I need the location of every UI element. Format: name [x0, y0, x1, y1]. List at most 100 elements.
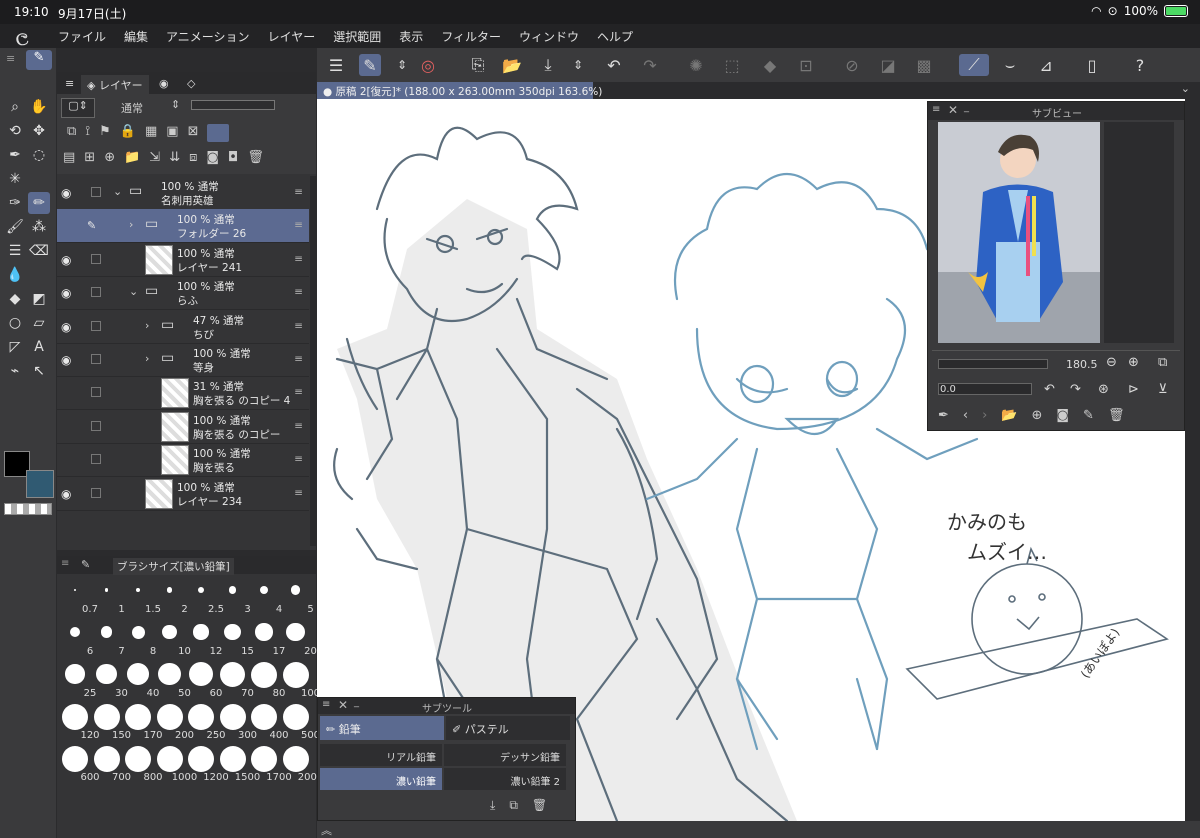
brush-size-cell[interactable]: 1700 [249, 744, 292, 785]
brush-size-cell[interactable]: 0.7 [60, 576, 98, 617]
brush-size-cell[interactable]: 4 [249, 576, 282, 617]
clear-icon[interactable]: ✺ [685, 54, 707, 76]
layer-checkbox[interactable] [91, 354, 101, 364]
eye-icon[interactable]: ◉ [61, 320, 71, 334]
tab-brush-icon[interactable]: ✎ [81, 558, 90, 571]
new-file-icon[interactable]: ⎘ [467, 54, 489, 76]
layer-checkbox[interactable] [91, 287, 101, 298]
smartphone-icon[interactable]: ▯ [1081, 54, 1103, 76]
menu-item[interactable]: 選択範囲 [333, 28, 381, 45]
layer-menu-icon[interactable]: ≡ [294, 453, 303, 465]
brush-size-cell[interactable]: 10 [155, 618, 191, 659]
panel-menu-icon-4[interactable]: ≡ [322, 699, 330, 710]
brush-size-cell[interactable]: 15 [218, 618, 254, 659]
layer-row[interactable]: 100 % 通常 胸を張る ≡ [57, 443, 309, 478]
text-tool-icon[interactable]: A [28, 336, 50, 358]
decoration-tool-icon[interactable]: ☰ [4, 240, 26, 262]
pencil-tool-icon[interactable]: ✏ [28, 192, 50, 214]
mask-off-icon[interactable]: ⊠ [188, 124, 199, 142]
edit-mode-icon[interactable]: ✎ [359, 54, 381, 76]
menu-item[interactable]: フィルター [441, 28, 501, 45]
brush-size-cell[interactable]: 200 [155, 702, 194, 743]
delete-layer-icon[interactable]: 🗑 [247, 150, 264, 165]
layer-scrollbar[interactable] [310, 176, 316, 546]
layer-checkbox[interactable] [91, 454, 101, 465]
brush-size-cell[interactable]: 2000 [281, 744, 323, 785]
layer-menu-icon[interactable]: ≡ [294, 186, 303, 198]
draft-icon[interactable]: ⚑ [99, 124, 111, 142]
redo-icon[interactable]: ↷ [639, 54, 661, 76]
clear-outside-icon[interactable]: ⬚ [721, 54, 743, 76]
brush-size-cell[interactable]: 7 [92, 618, 125, 659]
tab-brush-size[interactable]: ブラシサイズ[濃い鉛筆] [113, 558, 234, 575]
import-icon[interactable]: ⊕ [1032, 408, 1043, 423]
zoom-in-icon[interactable]: ⊕ [1128, 355, 1139, 370]
layer-row[interactable]: ◉ ⌄ ▭ 100 % 通常 らふ ≡ [57, 276, 309, 311]
pen-tool-icon[interactable]: ✑ [4, 192, 26, 214]
brush-size-cell[interactable]: 1500 [218, 744, 260, 785]
menu-item[interactable]: 編集 [124, 28, 148, 45]
chevron-down-icon[interactable]: ⌄ [1181, 82, 1190, 95]
new-raster-layer-icon[interactable]: ▤ [63, 150, 75, 165]
brush-tool-icon[interactable]: 🖌 [4, 216, 26, 238]
snap-grid-icon[interactable]: ⊿ [1035, 54, 1057, 76]
layer-menu-icon[interactable]: ≡ [294, 420, 303, 432]
blend-mode-select[interactable]: 通常 [121, 100, 143, 116]
brush-size-cell[interactable]: 70 [218, 660, 254, 701]
layer-row[interactable]: ◉ ⌄ ▭ 100 % 通常 名刺用英雄 ≡ [57, 176, 309, 210]
save-icon[interactable]: ⤓ [537, 54, 559, 76]
rotate-tool-icon[interactable]: ⟲ [4, 120, 26, 142]
brush-size-cell[interactable]: 170 [123, 702, 163, 743]
camera-icon[interactable]: ◙ [1056, 408, 1069, 423]
deselect-icon[interactable]: ⊘ [841, 54, 863, 76]
brush-size-cell[interactable]: 6 [60, 618, 93, 659]
brush-size-cell[interactable]: 5 [281, 576, 314, 617]
minimize-icon-2[interactable]: _ [354, 697, 359, 708]
edit-image-icon[interactable]: ✎ [1083, 408, 1094, 423]
brush-size-cell[interactable]: 1 [92, 576, 125, 617]
brush-size-cell[interactable]: 60 [186, 660, 222, 701]
panel-menu-icon-3[interactable]: ≡ [932, 104, 940, 115]
snap-ruler-icon[interactable]: ⟋ [959, 54, 989, 76]
mask-icon[interactable]: ▣ [166, 124, 178, 142]
layer-row[interactable]: ✎ › ▭ 100 % 通常 フォルダー 26 ≡ [57, 209, 309, 244]
new-folder-icon[interactable]: 📁 [124, 150, 140, 165]
tab-color-circle-icon[interactable]: ◉ [153, 75, 175, 92]
document-tab[interactable]: ● 原稿 2[復元]* (188.00 x 263.00mm 350dpi 16… [317, 82, 602, 99]
menu-item[interactable]: 表示 [399, 28, 423, 45]
tool-dark-pencil-2[interactable]: 濃い鉛筆 2 [444, 768, 566, 790]
fit-icon[interactable]: ⧉ [1158, 355, 1167, 370]
color-pick-icon[interactable]: ✒ [938, 408, 949, 423]
opacity-slider[interactable] [191, 100, 275, 110]
menu-item[interactable]: レイヤー [268, 28, 316, 45]
invert-selection-icon[interactable]: ◪ [877, 54, 899, 76]
lock-icon[interactable]: 🔒 [120, 124, 136, 142]
layer-checkbox[interactable] [91, 420, 101, 431]
chevron-down-icon[interactable]: ⌄ [113, 185, 122, 198]
menu-item[interactable]: アニメーション [166, 28, 250, 45]
frame-tool-icon[interactable]: ▱ [28, 312, 50, 334]
magic-wand-tool-icon[interactable]: ✳ [4, 168, 26, 190]
flip-vertical-icon[interactable]: ⊻ [1158, 382, 1168, 397]
brush-size-cell[interactable]: 8 [123, 618, 156, 659]
move-tool-icon[interactable]: ✥ [28, 120, 50, 142]
brush-size-cell[interactable]: 17 [249, 618, 285, 659]
close-icon[interactable]: ✕ [948, 103, 958, 117]
chevron-right-icon[interactable]: › [145, 319, 149, 332]
brush-size-cell[interactable]: 100 [281, 660, 320, 701]
layer-row[interactable]: 100 % 通常 胸を張る のコピー ≡ [57, 410, 309, 444]
layer-menu-icon[interactable]: ≡ [294, 286, 303, 298]
tool-tab-brush-icon[interactable]: ✎ [26, 50, 52, 70]
merge-down-icon[interactable]: ⇊ [169, 150, 180, 165]
lasso-tool-icon[interactable]: ◌ [28, 144, 50, 166]
brush-size-cell[interactable]: 40 [123, 660, 159, 701]
open-image-icon[interactable]: 📂 [1001, 408, 1017, 423]
layer-menu-icon[interactable]: ≡ [294, 487, 303, 499]
brush-size-cell[interactable]: 80 [249, 660, 285, 701]
sub-color-swatch[interactable] [26, 470, 54, 498]
layer-row[interactable]: ◉ › ▭ 47 % 通常 ちび ≡ [57, 310, 309, 344]
brush-size-cell[interactable]: 700 [92, 744, 131, 785]
brush-size-cell[interactable]: 150 [92, 702, 131, 743]
eye-icon[interactable]: ◉ [61, 353, 71, 367]
rotate-right-icon[interactable]: ↷ [1070, 382, 1081, 397]
